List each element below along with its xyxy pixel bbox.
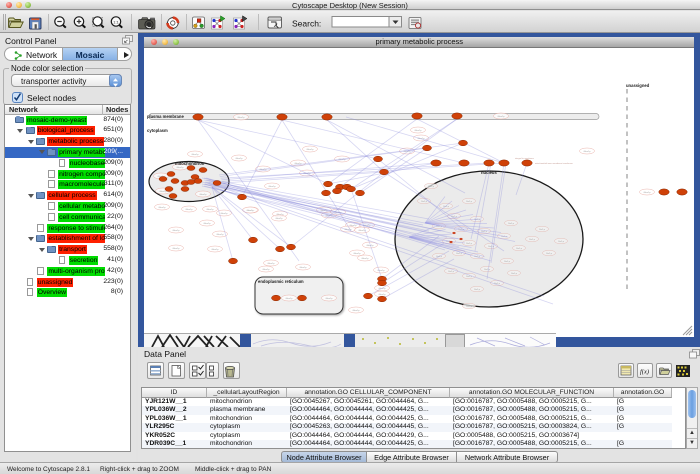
svg-text:f(x): f(x) [640,369,649,376]
svg-text:Yer1 p: Yer1 p [466,304,473,307]
svg-text:Gka4 p: Gka4 p [415,129,423,131]
svg-text:Gka4 p: Gka4 p [173,247,181,249]
svg-text:Gka4 p: Gka4 p [207,208,215,210]
svg-text:Gka4 p: Gka4 p [354,252,362,254]
svg-text:Gka4 p: Gka4 p [263,268,271,270]
svg-text:Gka4 p: Gka4 p [326,297,334,299]
svg-text:mitochondrion: mitochondrion [175,161,205,166]
svg-text:Gka4 p: Gka4 p [217,233,225,235]
svg-text:unassigned: unassigned [626,83,650,88]
svg-text:Gka4 p: Gka4 p [269,185,277,187]
svg-text:Gka4 p: Gka4 p [221,212,229,214]
svg-text:integral to membrane: integral to membrane [515,157,535,160]
svg-text:Gka4 p: Gka4 p [353,309,361,311]
svg-text:Yer1 p: Yer1 p [466,199,473,202]
svg-text:Gka4 p: Gka4 p [307,148,315,150]
svg-text:Gka4 p: Gka4 p [159,206,167,208]
svg-text:Gka4 p: Gka4 p [300,266,308,268]
svg-text:Yer1 p: Yer1 p [466,241,473,244]
svg-text:Yer1 p: Yer1 p [508,221,515,224]
svg-text:plasma membrane: plasma membrane [147,114,184,119]
svg-text:endoplasmic reticulum: endoplasmic reticulum [258,279,304,284]
svg-text:Yer1 p: Yer1 p [516,246,523,249]
svg-text:Gka4 p: Gka4 p [236,157,244,159]
svg-text:1:1: 1:1 [113,19,119,24]
svg-text:Yer1 p: Yer1 p [558,239,565,242]
svg-text:Gka4 p: Gka4 p [276,217,284,219]
svg-text:Gka4 p: Gka4 p [204,222,212,224]
svg-text:Yer1 p: Yer1 p [484,267,491,270]
svg-text:Gka4 p: Gka4 p [212,248,220,250]
svg-text:Gka4 p: Gka4 p [173,229,181,231]
svg-text:Yer1 p: Yer1 p [511,271,518,274]
svg-text:Gka4 p: Gka4 p [238,116,246,118]
svg-text:Yer1 p: Yer1 p [504,259,511,262]
svg-text:Yer1 p: Yer1 p [428,184,435,187]
svg-text:Gka4 p: Gka4 p [362,257,370,259]
svg-text:Yer1 p: Yer1 p [448,269,455,272]
svg-text:Yer1 p: Yer1 p [474,287,481,290]
svg-text:Yer1 p: Yer1 p [539,227,546,230]
svg-text:Gka4 p: Gka4 p [268,262,276,264]
svg-text:Gka4 p: Gka4 p [644,191,652,193]
svg-text:mitochondrial inner membrane t: mitochondrial inner membrane translocase [535,162,574,165]
svg-text:Search:: Search: [292,19,321,29]
svg-text:Gka4 p: Gka4 p [498,115,506,117]
svg-text:Gka4 p: Gka4 p [286,297,294,299]
svg-text:Gka4 p: Gka4 p [177,166,185,168]
svg-text:nucleus: nucleus [481,170,497,175]
svg-text:Gka4 p: Gka4 p [379,293,387,295]
svg-text:cytoplasm: cytoplasm [147,128,168,133]
svg-text:Yer1 p: Yer1 p [529,237,536,240]
svg-text:Gka4 p: Gka4 p [584,150,592,152]
svg-text:Yer1 p: Yer1 p [546,251,553,254]
svg-text:Gka4 p: Gka4 p [200,193,208,195]
svg-text:Gka4 p: Gka4 p [186,208,194,210]
svg-text:Gka4 p: Gka4 p [192,153,200,155]
svg-text:Gka4 p: Gka4 p [247,209,255,211]
